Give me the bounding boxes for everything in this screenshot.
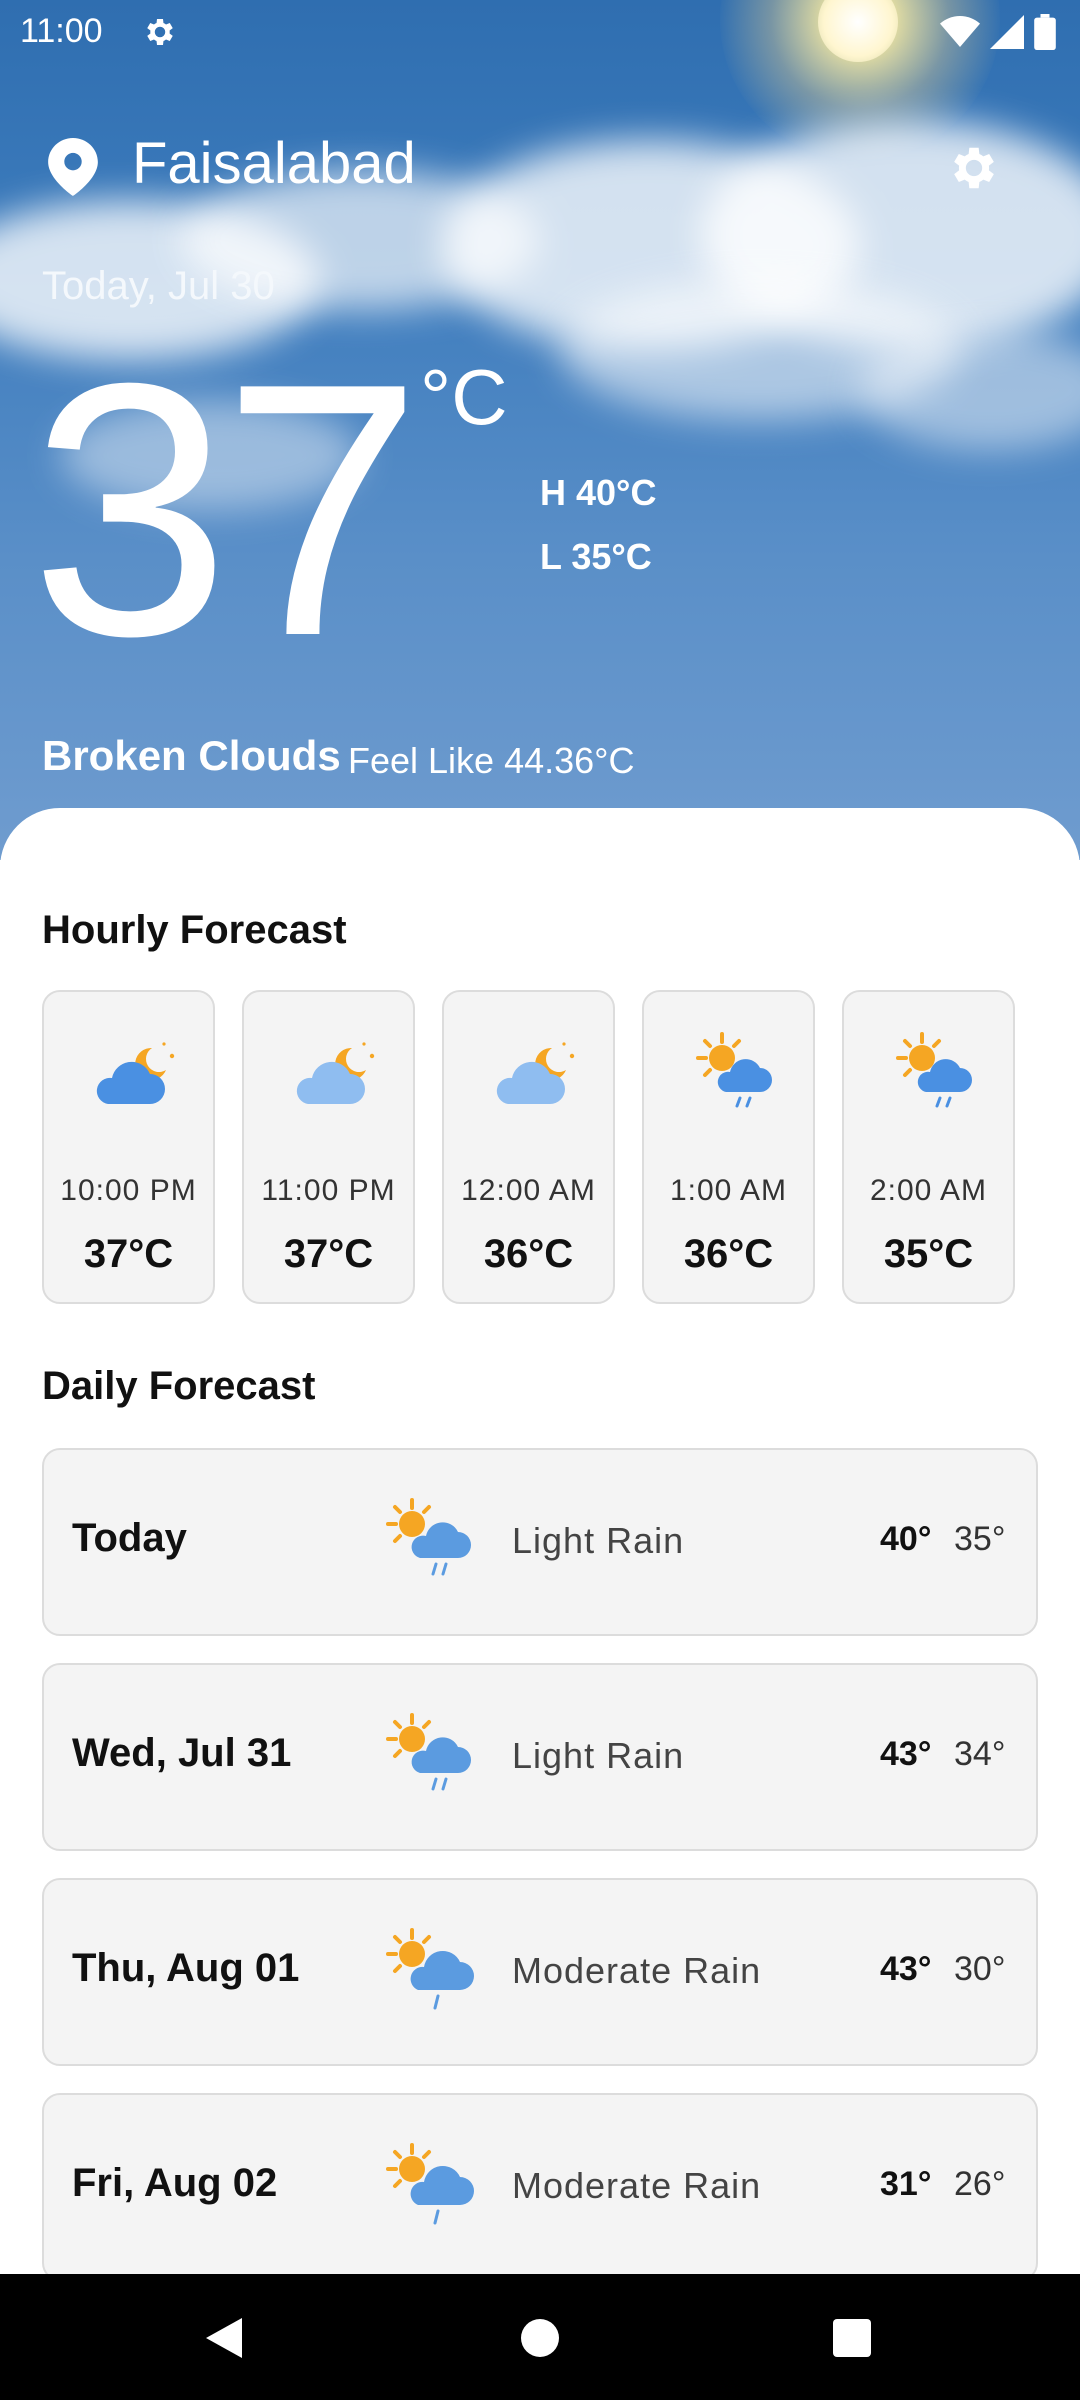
hourly-forecast-list[interactable]: 10:00 PM 37°C 11:00 PM 37°C 12:00 AM 36° [42, 990, 1015, 1304]
day-description: Moderate Rain [512, 1950, 762, 1991]
wifi-icon [940, 16, 980, 47]
hour-temperature: 36°C [483, 1232, 574, 1276]
daily-card[interactable]: Today Light Rain 40° 35° [42, 1448, 1038, 1636]
day-low: 35° [954, 1520, 1006, 1558]
back-button[interactable] [198, 2310, 254, 2366]
low-temperature: L 35°C [540, 536, 652, 577]
settings-status-icon [147, 18, 173, 46]
weather-condition: Broken Clouds [42, 732, 341, 779]
city-name[interactable]: Faisalabad [132, 130, 416, 197]
system-navigation-bar [0, 2274, 1080, 2400]
daily-card[interactable]: Thu, Aug 01 Moderate Rain 43° 30° [42, 1878, 1038, 2066]
sun-rain-icon [386, 2143, 474, 2225]
sun-rain-icon [696, 1032, 772, 1108]
day-low: 26° [954, 2165, 1006, 2203]
daily-forecast-title: Daily Forecast [42, 1364, 316, 1408]
current-date: Today, Jul 30 [42, 264, 275, 308]
day-name: Fri, Aug 02 [72, 2161, 278, 2205]
hourly-card[interactable]: 10:00 PM 37°C [42, 990, 215, 1304]
location-pin-icon [48, 138, 98, 196]
hour-time: 1:00 AM [669, 1174, 788, 1207]
day-high: 43° [880, 1950, 932, 1988]
day-high: 40° [880, 1520, 932, 1558]
sun-rain-icon [386, 1928, 474, 2010]
day-high: 31° [880, 2165, 932, 2203]
status-icons [940, 14, 1056, 50]
cloudy-night-icon [96, 1042, 175, 1104]
hour-time: 2:00 AM [869, 1174, 988, 1207]
status-bar: 11:00 [0, 0, 1080, 64]
settings-button[interactable] [946, 140, 1002, 196]
forecast-sheet[interactable]: Hourly Forecast 10:00 PM 37°C 11:00 PM 3… [0, 808, 1080, 2278]
day-name: Thu, Aug 01 [72, 1946, 300, 1990]
day-description: Moderate Rain [512, 2165, 762, 2206]
hourly-card[interactable]: 1:00 AM 36°C [642, 990, 815, 1304]
day-description: Light Rain [512, 1520, 685, 1561]
hourly-card[interactable]: 2:00 AM 35°C [842, 990, 1015, 1304]
hour-temperature: 36°C [683, 1232, 774, 1276]
home-button[interactable] [512, 2310, 568, 2366]
cloudy-night-icon [296, 1042, 375, 1104]
sun-rain-icon [896, 1032, 972, 1108]
hour-temperature: 37°C [283, 1232, 374, 1276]
sun-rain-icon [386, 1713, 471, 1791]
day-low: 30° [954, 1950, 1006, 1988]
cloudy-night-icon [496, 1042, 575, 1104]
feels-like: Feel Like 44.36°C [348, 740, 635, 781]
hour-time: 12:00 AM [461, 1174, 596, 1207]
day-name: Wed, Jul 31 [72, 1731, 292, 1775]
day-low: 34° [954, 1735, 1006, 1773]
hour-temperature: 35°C [883, 1232, 974, 1276]
daily-card[interactable]: Wed, Jul 31 Light Rain 43° 34° [42, 1663, 1038, 1851]
hour-time: 10:00 PM [60, 1174, 197, 1207]
recents-button[interactable] [824, 2310, 880, 2366]
high-temperature: H 40°C [540, 472, 657, 513]
sun-rain-icon [386, 1498, 471, 1576]
hourly-forecast-title: Hourly Forecast [42, 908, 347, 952]
daily-card[interactable]: Fri, Aug 02 Moderate Rain 31° 26° [42, 2093, 1038, 2278]
day-high: 43° [880, 1735, 932, 1773]
hourly-card[interactable]: 11:00 PM 37°C [242, 990, 415, 1304]
status-time: 11:00 [20, 12, 103, 50]
current-temperature: 37 [30, 309, 422, 711]
signal-icon [990, 15, 1024, 49]
hour-time: 11:00 PM [261, 1174, 396, 1207]
hourly-card[interactable]: 12:00 AM 36°C [442, 990, 615, 1304]
day-name: Today [72, 1516, 187, 1560]
hour-temperature: 37°C [83, 1232, 174, 1276]
day-description: Light Rain [512, 1735, 685, 1776]
battery-icon [1034, 14, 1056, 50]
temperature-unit: °C [420, 353, 508, 441]
